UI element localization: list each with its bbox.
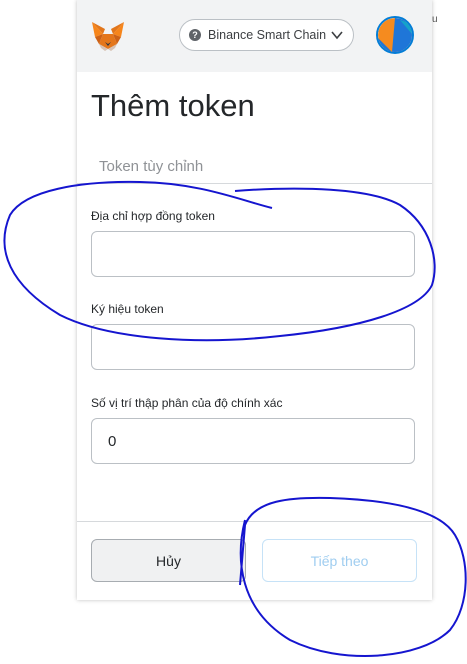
tab-divider — [77, 183, 432, 184]
metamask-fox-icon[interactable] — [91, 20, 125, 52]
metamask-popup: ? Binance Smart Chain Thêm token Token t… — [77, 0, 432, 600]
page-title: Thêm token — [91, 88, 255, 123]
chevron-down-icon — [331, 31, 343, 40]
token-symbol-input[interactable] — [91, 324, 415, 370]
footer-divider — [77, 521, 432, 522]
next-button[interactable]: Tiếp theo — [262, 539, 417, 582]
contract-address-input[interactable] — [91, 231, 415, 277]
background-window-fragment: u — [432, 14, 438, 25]
decimals-label: Số vị trí thập phân của độ chính xác — [91, 396, 283, 410]
account-avatar-icon[interactable] — [376, 16, 414, 54]
question-circle-icon: ? — [189, 29, 201, 41]
network-label: Binance Smart Chain — [208, 28, 327, 42]
network-selector[interactable]: ? Binance Smart Chain — [179, 19, 354, 51]
contract-address-label: Địa chỉ hợp đồng token — [91, 209, 215, 223]
avatar-jazzicon-icon — [378, 18, 412, 52]
app-header: ? Binance Smart Chain — [77, 0, 432, 72]
tab-custom-token[interactable]: Token tùy chỉnh — [99, 158, 203, 175]
cancel-button[interactable]: Hủy — [91, 539, 246, 582]
token-symbol-label: Ký hiệu token — [91, 302, 164, 316]
decimals-input[interactable] — [91, 418, 415, 464]
